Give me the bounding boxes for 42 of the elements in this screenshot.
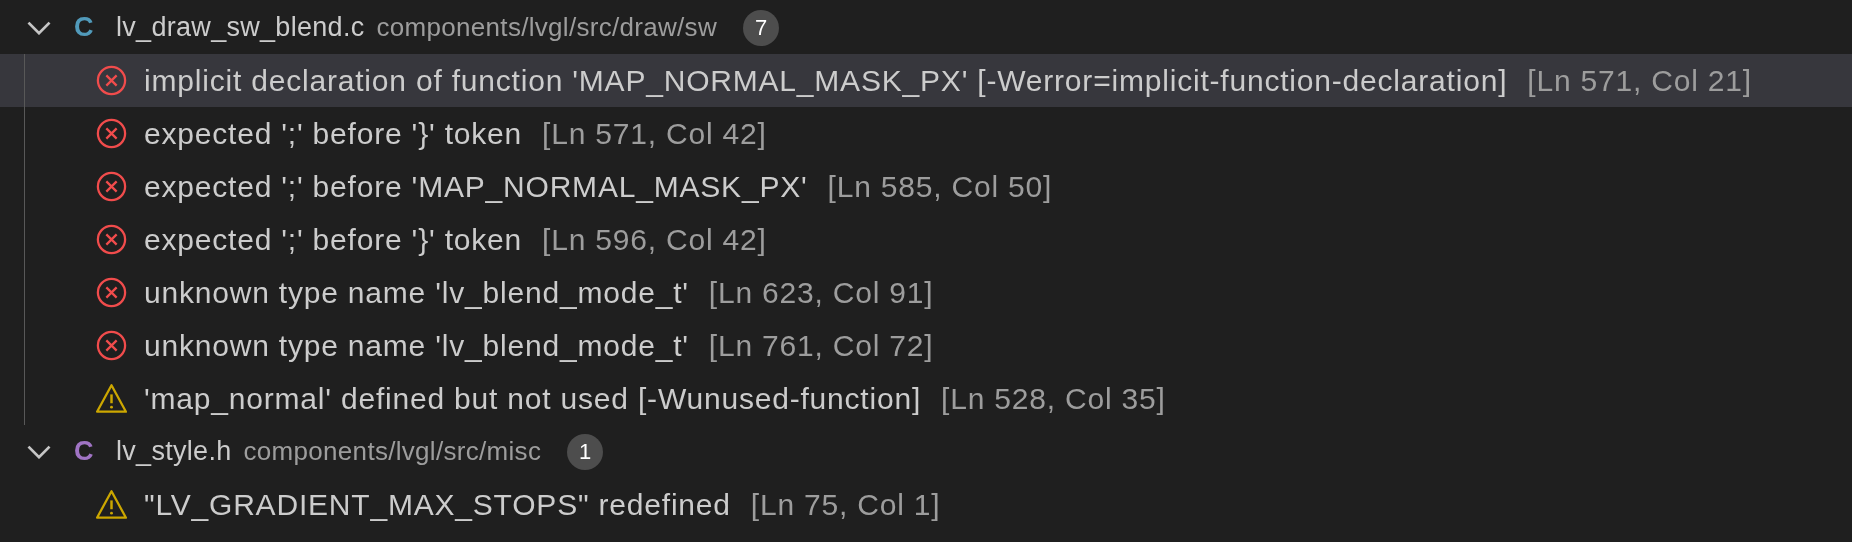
file-name: lv_style.h — [116, 436, 232, 467]
error-icon — [95, 117, 128, 150]
problem-row[interactable]: implicit declaration of function 'MAP_NORMAL_MASK_PX' [-Werror=implicit-function-declaration] [Ln 571, Col 21] — [0, 54, 1852, 107]
problem-message: unknown type name 'lv_blend_mode_t' — [144, 275, 689, 310]
problem-message: expected ';' before 'MAP_NORMAL_MASK_PX' — [144, 169, 808, 204]
problem-location: [Ln 571, Col 42] — [542, 116, 767, 151]
problem-row[interactable]: "LV_GRADIENT_MAX_STOPS" redefined [Ln 75, Col 1] — [0, 478, 1852, 531]
file-path: components/lvgl/src/draw/sw — [376, 12, 717, 43]
problem-location: [Ln 75, Col 1] — [750, 487, 941, 522]
problem-count-badge: 1 — [567, 433, 604, 470]
problem-location: [Ln 528, Col 35] — [941, 381, 1166, 416]
file-name: lv_draw_sw_blend.c — [116, 12, 365, 43]
problem-message: 'map_normal' defined but not used [-Wunused-function] — [144, 381, 922, 416]
problem-message: unknown type name 'lv_blend_mode_t' — [144, 328, 689, 363]
warning-icon — [95, 382, 128, 415]
problem-row[interactable]: expected ';' before '}' token [Ln 596, Col 42] — [0, 213, 1852, 266]
file-type-icon: C — [74, 436, 100, 467]
file-path: components/lvgl/src/misc — [243, 436, 542, 467]
error-icon — [95, 64, 128, 97]
error-icon — [95, 276, 128, 309]
problem-location: [Ln 585, Col 50] — [827, 169, 1053, 204]
problem-location: [Ln 623, Col 91] — [708, 275, 934, 310]
problem-message: "LV_GRADIENT_MAX_STOPS" redefined — [144, 487, 731, 522]
problem-location: [Ln 571, Col 21] — [1527, 63, 1752, 98]
problem-row[interactable]: expected ';' before '}' token [Ln 571, Col 42] — [0, 107, 1852, 160]
problem-message: implicit declaration of function 'MAP_NORMAL_MASK_PX' [-Werror=implicit-function-declaration] — [144, 63, 1508, 98]
file-row[interactable]: C lv_style.h components/lvgl/src/misc 1 — [0, 425, 1852, 478]
problem-row[interactable]: unknown type name 'lv_blend_mode_t' [Ln 623, Col 91] — [0, 266, 1852, 319]
error-icon — [95, 223, 128, 256]
problem-count-badge: 7 — [743, 9, 779, 46]
problem-message: expected ';' before '}' token — [144, 222, 522, 257]
file-type-icon: C — [74, 12, 100, 43]
error-icon — [95, 329, 128, 362]
file-row[interactable]: C lv_draw_sw_blend.c components/lvgl/src/draw/sw 7 — [0, 1, 1852, 54]
problem-row[interactable]: unknown type name 'lv_blend_mode_t' [Ln 761, Col 72] — [0, 319, 1852, 372]
problem-row[interactable]: 'map_normal' defined but not used [-Wunused-function] [Ln 528, Col 35] — [0, 372, 1852, 425]
problem-location: [Ln 761, Col 72] — [708, 328, 934, 363]
problem-row[interactable]: expected ';' before 'MAP_NORMAL_MASK_PX' [Ln 585, Col 50] — [0, 160, 1852, 213]
warning-icon — [95, 488, 128, 521]
problem-location: [Ln 596, Col 42] — [542, 222, 767, 257]
error-icon — [95, 170, 128, 203]
problem-message: expected ';' before '}' token — [144, 116, 522, 151]
